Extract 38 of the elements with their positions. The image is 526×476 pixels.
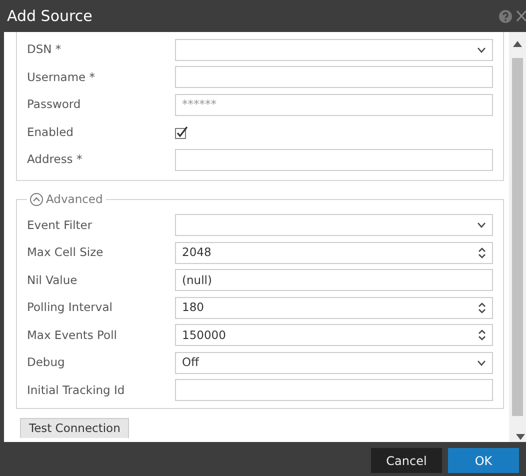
- input-field[interactable]: [175, 379, 493, 402]
- spinner-arrows-icon[interactable]: [478, 329, 486, 342]
- field-label: Enabled: [27, 124, 74, 141]
- number-field[interactable]: 2048: [175, 242, 493, 264]
- input-field[interactable]: [175, 148, 493, 171]
- chevron-down-icon: [477, 46, 486, 53]
- spinner-arrows-icon[interactable]: [478, 246, 486, 259]
- help-icon[interactable]: [499, 10, 512, 22]
- field-label: Debug: [27, 354, 66, 372]
- field-label: Username *: [27, 68, 96, 86]
- close-icon[interactable]: [516, 10, 526, 22]
- field-label: Address *: [27, 151, 84, 168]
- field-label: Max Events Poll: [27, 326, 118, 344]
- ok-button[interactable]: OK: [448, 448, 519, 473]
- scroll-down-icon[interactable]: [516, 434, 525, 440]
- input-field[interactable]: (null): [175, 269, 493, 292]
- field-label: Max Cell Size: [27, 244, 104, 262]
- cancel-button[interactable]: Cancel: [371, 448, 442, 473]
- input-field[interactable]: [175, 66, 493, 88]
- field-label: Polling Interval: [27, 299, 114, 316]
- field-label: DSN *: [27, 41, 62, 58]
- test-connection-button[interactable]: Test Connection: [20, 418, 130, 438]
- field-label: Initial Tracking Id: [27, 382, 126, 399]
- enabled-checkbox[interactable]: [175, 126, 188, 139]
- field-label: Password: [27, 96, 82, 114]
- number-field[interactable]: 150000: [175, 324, 493, 346]
- scroll-up-icon[interactable]: [513, 41, 522, 47]
- chevron-down-icon: [477, 360, 486, 366]
- number-field[interactable]: 180: [175, 296, 493, 319]
- section-toggle[interactable]: Advanced: [46, 190, 103, 208]
- scrollbar-thumb[interactable]: [512, 58, 523, 416]
- field-label: Nil Value: [27, 272, 78, 289]
- dropdown[interactable]: Off: [175, 352, 493, 374]
- spinner-arrows-icon[interactable]: [478, 302, 486, 314]
- dialog-title: Add Source: [7, 6, 92, 27]
- collapse-icon[interactable]: [30, 192, 43, 206]
- field-label: Event Filter: [27, 216, 94, 234]
- chevron-down-icon: [477, 222, 486, 228]
